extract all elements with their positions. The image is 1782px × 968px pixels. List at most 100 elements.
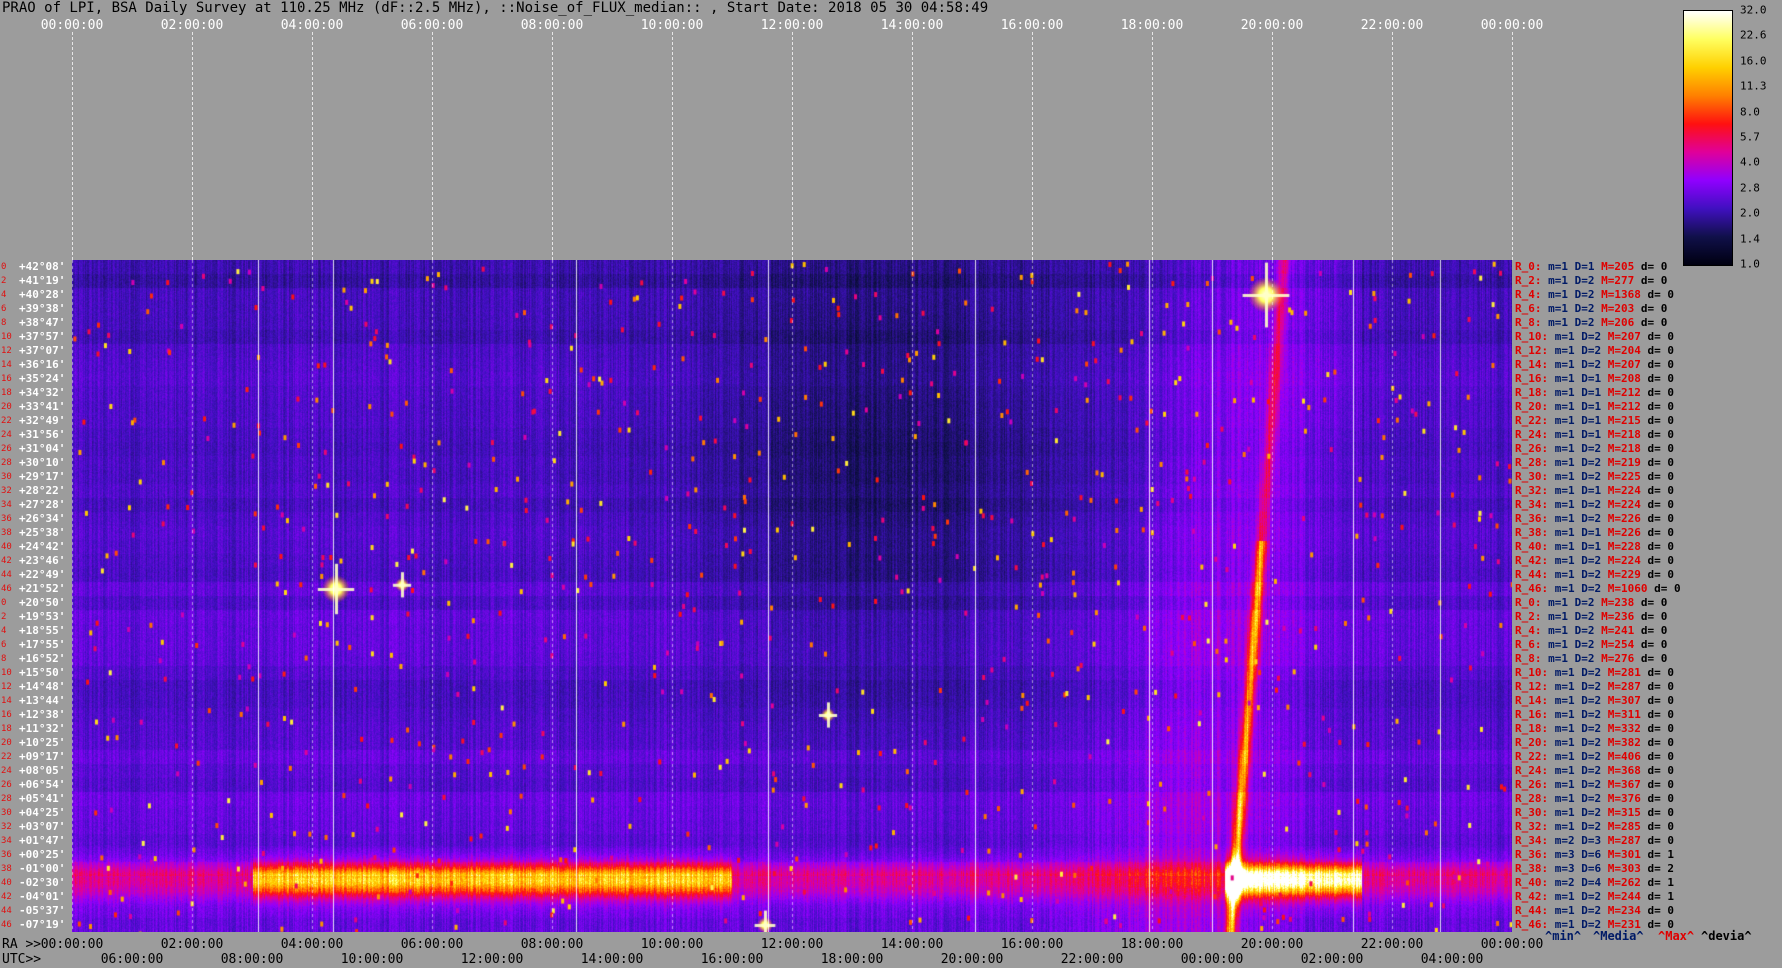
utc-tick-label: 14:00:00 (580, 952, 644, 967)
stat-mx: M=367 (1607, 778, 1648, 791)
stat-dv: d= 0 (1647, 456, 1681, 469)
stat-mx: M=406 (1607, 750, 1648, 763)
stat-mx: M=368 (1607, 764, 1648, 777)
stat-m: m=3 (1554, 862, 1582, 875)
declination-label: +38°47' (19, 316, 66, 329)
stat-r: R_12: (1515, 680, 1555, 693)
declination-label: +10°25' (19, 736, 66, 749)
stat-d: D=2 (1581, 806, 1608, 819)
row-stat: R_16: m=1 D=1 M=208 d= 0 (1515, 373, 1681, 385)
row-index-label: 42 (1, 892, 12, 902)
row-stat: R_4: m=1 D=2 M=1368 d= 0 (1515, 289, 1681, 301)
row-index-label: 18 (1, 724, 12, 734)
color-scale-bar (1683, 10, 1733, 266)
stat-d: D=2 (1581, 512, 1608, 525)
stat-mx: M=262 (1607, 876, 1648, 889)
stat-mx: M=218 (1607, 428, 1648, 441)
row-stat: R_24: m=1 D=1 M=218 d= 0 (1515, 429, 1681, 441)
declination-label: +11°32' (19, 722, 66, 735)
stat-m: m=1 (1554, 680, 1582, 693)
row-index-label: 0 (1, 598, 7, 608)
stat-dv: d= 0 (1647, 470, 1681, 483)
row-index-label: 6 (1, 640, 7, 650)
declination-label: +22°49' (19, 568, 66, 581)
stat-d: D=2 (1581, 330, 1608, 343)
declination-label: +05°41' (19, 792, 66, 805)
stat-dv: d= 0 (1647, 820, 1681, 833)
stat-mx: M=218 (1607, 442, 1648, 455)
stat-mx: M=206 (1601, 316, 1641, 329)
stat-r: R_42: (1515, 554, 1555, 567)
stat-m: m=1 (1554, 554, 1582, 567)
hour-gridline (552, 32, 553, 260)
row-stat: R_30: m=1 D=2 M=225 d= 0 (1515, 471, 1681, 483)
stat-d: D=2 (1581, 708, 1608, 721)
stat-r: R_24: (1515, 764, 1555, 777)
stat-r: R_28: (1515, 792, 1555, 805)
stat-dv: d= 1 (1647, 848, 1681, 861)
row-index-label: 2 (1, 276, 7, 286)
stat-m: m=1 (1554, 890, 1582, 903)
ra-tick-label: 04:00:00 (280, 937, 344, 952)
stat-dv: d= 0 (1647, 344, 1681, 357)
legend-devia: ^devia^ (1701, 929, 1752, 943)
row-stat: R_12: m=1 D=2 M=204 d= 0 (1515, 345, 1681, 357)
stat-d: D=1 (1581, 540, 1608, 553)
stat-m: m=1 (1554, 750, 1582, 763)
stat-mx: M=219 (1607, 456, 1648, 469)
stat-mx: M=376 (1607, 792, 1648, 805)
declination-label: +34°32' (19, 386, 66, 399)
stat-r: R_40: (1515, 540, 1555, 553)
row-index-label: 38 (1, 864, 12, 874)
color-scale-label: 32.0 (1740, 3, 1767, 17)
stat-dv: d= 0 (1647, 764, 1681, 777)
stat-m: m=2 (1554, 876, 1582, 889)
declination-label: +31°04' (19, 442, 66, 455)
stat-m: m=1 (1554, 526, 1582, 539)
stat-r: R_24: (1515, 428, 1555, 441)
stat-d: D=2 (1581, 764, 1608, 777)
stat-d: D=2 (1581, 554, 1608, 567)
stat-d: D=2 (1581, 470, 1608, 483)
stat-dv: d= 0 (1647, 792, 1681, 805)
row-index-label: 20 (1, 738, 12, 748)
top-tick-label: 08:00:00 (520, 18, 584, 33)
stat-m: m=1 (1554, 806, 1582, 819)
stat-mx: M=224 (1607, 498, 1648, 511)
stat-mx: M=277 (1601, 274, 1641, 287)
stat-m: m=1 (1548, 260, 1575, 273)
stat-dv: d= 0 (1640, 302, 1674, 315)
stat-mx: M=238 (1601, 596, 1641, 609)
ra-tick-label: 12:00:00 (760, 937, 824, 952)
stat-d: D=4 (1581, 876, 1608, 889)
stat-mx: M=307 (1607, 694, 1648, 707)
top-tick-label: 02:00:00 (160, 18, 224, 33)
chart-title: PRAO of LPI, BSA Daily Survey at 110.25 … (2, 0, 989, 16)
flux-heatmap[interactable] (72, 260, 1512, 932)
stat-m: m=1 (1554, 428, 1582, 441)
declination-label: +20°50' (19, 596, 66, 609)
stat-m: m=1 (1554, 512, 1582, 525)
row-stat: R_44: m=1 D=2 M=234 d= 0 (1515, 905, 1681, 917)
stat-r: R_22: (1515, 414, 1555, 427)
stat-m: m=1 (1554, 540, 1582, 553)
row-stat: R_36: m=1 D=2 M=226 d= 0 (1515, 513, 1681, 525)
stat-d: D=2 (1581, 344, 1608, 357)
stat-r: R_8: (1515, 652, 1549, 665)
row-index-label: 12 (1, 682, 12, 692)
row-index-label: 16 (1, 374, 12, 384)
stat-r: R_32: (1515, 820, 1555, 833)
stat-d: D=2 (1581, 666, 1608, 679)
stat-dv: d= 0 (1654, 582, 1688, 595)
stat-dv: d= 0 (1640, 316, 1674, 329)
stat-m: m=1 (1554, 456, 1582, 469)
stat-r: R_14: (1515, 694, 1555, 707)
row-index-label: 24 (1, 766, 12, 776)
row-stat: R_10: m=1 D=2 M=207 d= 0 (1515, 331, 1681, 343)
stat-dv: d= 0 (1647, 498, 1681, 511)
row-stat: R_40: m=1 D=1 M=228 d= 0 (1515, 541, 1681, 553)
stat-d: D=2 (1574, 316, 1602, 329)
stat-mx: M=208 (1607, 372, 1648, 385)
stat-d: D=2 (1581, 792, 1608, 805)
row-index-label: 40 (1, 542, 12, 552)
